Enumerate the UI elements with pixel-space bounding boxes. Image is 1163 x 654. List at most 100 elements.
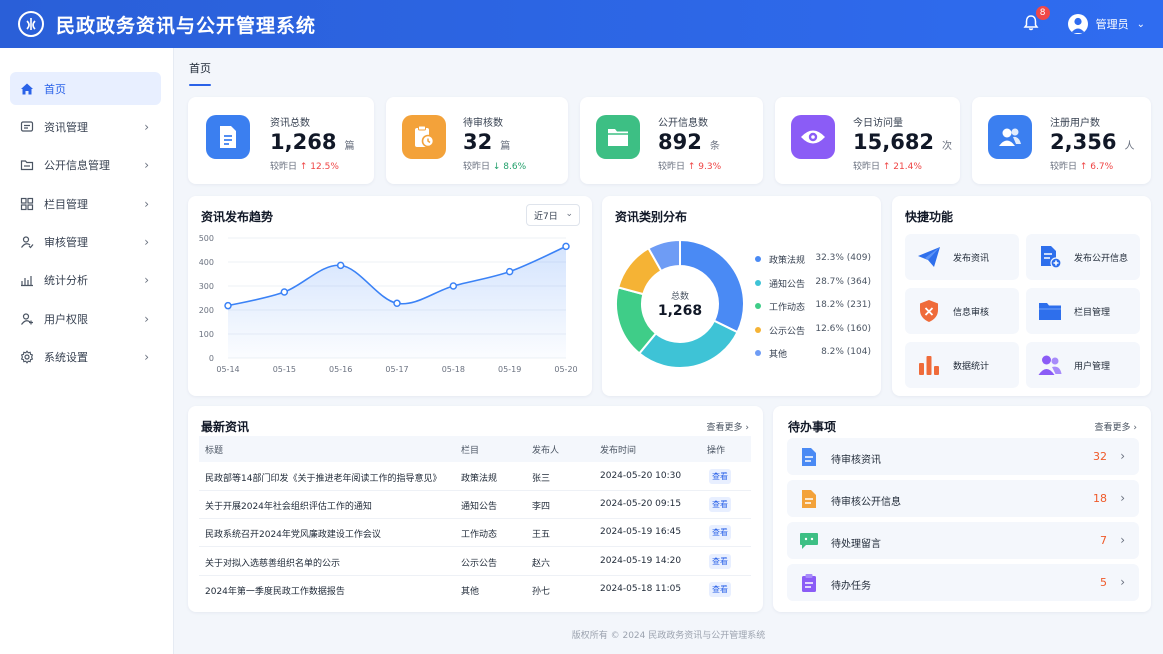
user-name[interactable]: 管理员 [1096, 16, 1129, 32]
legend-name: 通知公告 [769, 280, 806, 290]
stat-card-visits: 今日访问量 15,682 次 较昨日 ↑ 21.4% [775, 97, 960, 184]
stat-card-users: 注册用户数 2,356 人 较昨日 ↑ 6.7% [972, 97, 1151, 184]
trend-point[interactable] [393, 299, 401, 308]
quick-info-review[interactable]: 信息审核 [905, 288, 1019, 334]
legend-name: 政策法规 [769, 256, 806, 266]
sidebar-item-columns[interactable]: 栏目管理 › [10, 187, 161, 220]
breadcrumb: 首页 [189, 62, 211, 75]
row-category: 公示公告 [461, 559, 498, 569]
row-title[interactable]: 关于对拟入选慈善组织名单的公示 [205, 556, 340, 569]
row-title[interactable]: 2024年第一季度民政工作数据报告 [205, 584, 345, 597]
legend-dot [755, 350, 761, 356]
grid-icon [20, 197, 34, 211]
bar-chart-icon [917, 353, 941, 377]
chevron-right-icon: › [144, 311, 149, 326]
quick-data-stats[interactable]: 数据统计 [905, 342, 1019, 388]
x-tick-label: 05-19 [498, 365, 521, 374]
stat-compare: 较昨日 ↑ 21.4% [853, 162, 922, 172]
trend-point[interactable] [336, 261, 345, 270]
x-tick-label: 05-16 [329, 365, 352, 374]
stat-label: 今日访问量 [853, 118, 903, 129]
view-button[interactable]: 查看 [709, 525, 731, 540]
table-header: 标题 栏目 发布人 发布时间 操作 [199, 436, 751, 462]
todo-item-tasks[interactable]: 待办任务 5 › [787, 564, 1139, 601]
trend-point[interactable] [280, 288, 289, 296]
avatar[interactable] [1067, 14, 1088, 34]
todo-label: 待审核公开信息 [831, 497, 901, 508]
view-more-link[interactable]: 查看更多 › [707, 420, 749, 433]
quick-label: 发布公开信息 [1074, 254, 1129, 264]
document-add-icon [1038, 245, 1062, 269]
folder-icon [596, 115, 640, 159]
view-button[interactable]: 查看 [709, 554, 731, 569]
view-button[interactable]: 查看 [709, 469, 731, 484]
quick-publish-public-info[interactable]: 发布公开信息 [1026, 234, 1140, 280]
sidebar-item-review[interactable]: 审核管理 › [10, 225, 161, 258]
table-row[interactable]: 关于对拟入选慈善组织名单的公示 公示公告 赵六 2024-05-19 14:20… [199, 547, 751, 576]
range-select[interactable]: 近7日 ⌄ [526, 204, 580, 226]
document-icon [206, 115, 250, 159]
stat-unit: 篇 [344, 141, 355, 152]
trend-point[interactable] [505, 267, 514, 276]
stat-card-pending: 待审核数 32 篇 较昨日 ↓ 8.6% [386, 97, 568, 184]
sidebar-item-label: 资讯管理 [44, 120, 88, 134]
row-title[interactable]: 关于开展2024年社会组织评估工作的通知 [205, 499, 372, 512]
trend-point[interactable] [562, 242, 570, 251]
stat-value: 892 条 [658, 130, 720, 154]
stat-card-public-info: 公开信息数 892 条 较昨日 ↑ 9.3% [580, 97, 763, 184]
legend-dot [755, 280, 761, 286]
sidebar: 首页 资讯管理 › 公开信息管理 › 栏目管理 › 审核管理 › 统计分析 › … [0, 48, 174, 654]
row-title[interactable]: 民政部等14部门印发《关于推进老年阅读工作的指导意见》 [205, 471, 441, 484]
quick-user-manage[interactable]: 用户管理 [1026, 342, 1140, 388]
chevron-right-icon: › [144, 157, 149, 172]
x-tick-label: 05-14 [216, 365, 239, 374]
category-title: 资讯类别分布 [615, 210, 688, 224]
view-button[interactable]: 查看 [709, 497, 731, 512]
sidebar-item-news[interactable]: 资讯管理 › [10, 110, 161, 143]
sidebar-item-home[interactable]: 首页 [10, 72, 161, 105]
sidebar-item-statistics[interactable]: 统计分析 › [10, 263, 161, 296]
stat-label: 资讯总数 [270, 118, 310, 129]
view-more-link[interactable]: 查看更多 › [1095, 420, 1137, 433]
chevron-down-icon[interactable]: ⌄ [1137, 19, 1145, 30]
legend-dot [755, 327, 761, 333]
notification-badge: 8 [1035, 6, 1050, 20]
view-button[interactable]: 查看 [709, 582, 731, 597]
quick-column-manage[interactable]: 栏目管理 [1026, 288, 1140, 334]
column-header-author: 发布人 [532, 446, 560, 456]
table-row[interactable]: 民政系统召开2024年党风廉政建设工作会议 工作动态 王五 2024-05-19… [199, 518, 751, 547]
message-icon [20, 120, 34, 134]
quick-publish-news[interactable]: 发布资讯 [905, 234, 1019, 280]
app-title: 民政政务资讯与公开管理系统 [56, 14, 317, 37]
donut-slice[interactable] [637, 319, 739, 369]
table-row[interactable]: 2024年第一季度民政工作数据报告 其他 孙七 2024-05-18 11:05… [199, 575, 751, 604]
emblem-logo [18, 11, 44, 37]
todo-item-news-review[interactable]: 待审核资讯 32 › [787, 438, 1139, 475]
trend-point[interactable] [224, 301, 232, 310]
todo-item-public-review[interactable]: 待审核公开信息 18 › [787, 480, 1139, 517]
column-header-category: 栏目 [461, 446, 480, 456]
quick-label: 发布资讯 [953, 254, 990, 264]
table-row[interactable]: 民政部等14部门印发《关于推进老年阅读工作的指导意见》 政策法规 张三 2024… [199, 462, 751, 491]
todo-item-messages[interactable]: 待处理留言 7 › [787, 522, 1139, 559]
y-tick-label: 0 [209, 354, 214, 363]
sidebar-item-public-info[interactable]: 公开信息管理 › [10, 148, 161, 181]
users-icon [1038, 353, 1062, 377]
legend-value: 28.7% (364) [815, 277, 871, 287]
sidebar-item-settings[interactable]: 系统设置 › [10, 340, 161, 373]
quick-title: 快捷功能 [905, 210, 954, 224]
donut-center-value: 1,268 [657, 303, 703, 319]
row-time: 2024-05-19 14:20 [600, 556, 682, 566]
table-row[interactable]: 关于开展2024年社会组织评估工作的通知 通知公告 李四 2024-05-20 … [199, 490, 751, 519]
notification-bell-icon[interactable]: 8 [1022, 6, 1050, 34]
legend-name: 工作动态 [769, 303, 806, 313]
chevron-right-icon: › [1120, 449, 1125, 463]
quick-label: 栏目管理 [1074, 308, 1111, 318]
sidebar-item-label: 公开信息管理 [44, 158, 110, 172]
legend-name: 公示公告 [769, 327, 806, 337]
row-title[interactable]: 民政系统召开2024年党风廉政建设工作会议 [205, 527, 381, 540]
donut-center-label: 总数 [670, 292, 689, 302]
sidebar-item-permissions[interactable]: 用户权限 › [10, 302, 161, 335]
trend-point[interactable] [449, 282, 458, 290]
legend-value: 32.3% (409) [815, 253, 871, 263]
